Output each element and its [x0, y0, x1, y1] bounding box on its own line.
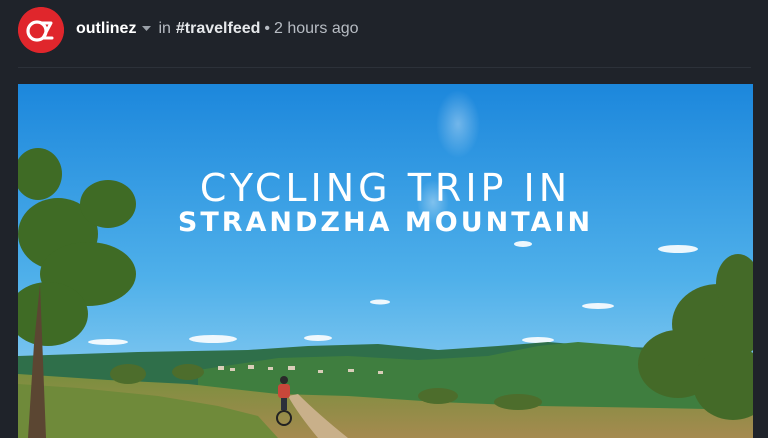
community-link[interactable]: #travelfeed — [176, 20, 261, 38]
post-time: 2 hours ago — [274, 20, 359, 37]
post-meta: outlinez in #travelfeed • 2 hours ago — [76, 18, 359, 40]
separator: • — [264, 20, 270, 37]
hero-image[interactable]: CYCLING TRIP IN STRANDZHA MOUNTAIN — [18, 84, 753, 438]
author-avatar[interactable] — [18, 7, 64, 53]
in-label: in — [158, 20, 171, 37]
post-header: outlinez in #travelfeed • 2 hours ago — [0, 0, 768, 66]
avatar-logo-icon — [18, 7, 64, 53]
caret-down-icon[interactable] — [142, 26, 152, 32]
hero-title-line1: CYCLING TRIP IN — [199, 166, 572, 210]
header-divider — [18, 67, 751, 68]
author-link[interactable]: outlinez — [76, 20, 136, 38]
hero-title-line2: STRANDZHA MOUNTAIN — [177, 207, 594, 238]
landscape-image — [18, 84, 753, 438]
